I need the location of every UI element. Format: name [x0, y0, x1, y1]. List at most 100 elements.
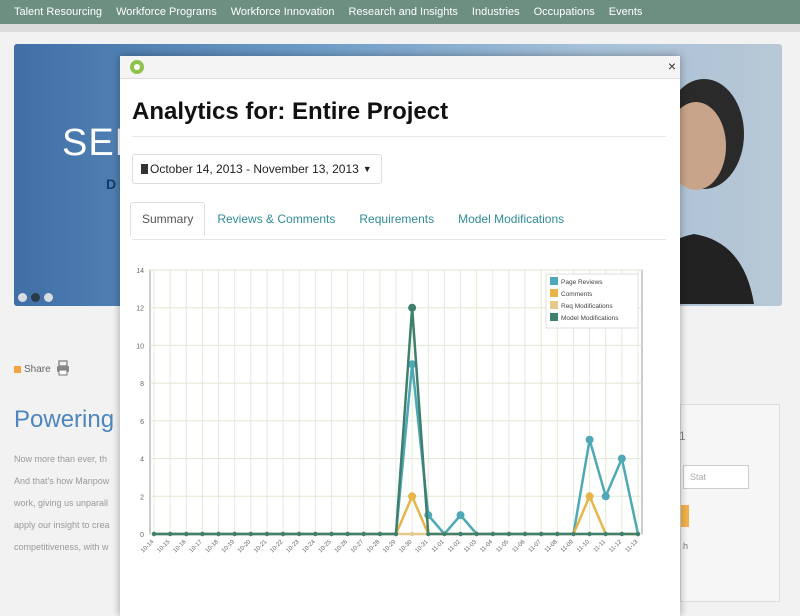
- data-point: [617, 454, 626, 463]
- data-point: [393, 531, 399, 537]
- x-tick-label: 10-16: [173, 539, 189, 555]
- close-icon[interactable]: ×: [668, 58, 676, 74]
- data-point: [490, 531, 495, 537]
- x-tick-label: 11-09: [560, 539, 575, 554]
- date-range-picker[interactable]: October 14, 2013 - November 13, 2013 ▼: [132, 154, 382, 184]
- data-point: [619, 531, 625, 537]
- carousel-dot[interactable]: [18, 293, 27, 302]
- carousel-dot-active[interactable]: [31, 293, 40, 302]
- state-field[interactable]: Stat: [683, 465, 749, 489]
- y-tick-label: 6: [140, 419, 144, 426]
- data-point: [329, 531, 334, 537]
- nav-item-workforce-programs[interactable]: Workforce Programs: [116, 6, 217, 18]
- tab-summary[interactable]: Summary: [130, 202, 206, 236]
- x-tick-label: 11-13: [625, 539, 640, 554]
- carousel-dot[interactable]: [44, 293, 53, 302]
- x-tick-label: 11-12: [608, 539, 623, 554]
- x-tick-label: 10-19: [221, 539, 237, 555]
- x-tick-label: 11-01: [431, 539, 446, 554]
- y-tick-label: 0: [140, 532, 144, 539]
- data-point: [297, 531, 302, 537]
- data-point: [601, 492, 610, 501]
- share-icon: [14, 366, 21, 373]
- data-point: [408, 492, 417, 501]
- tab-requirements[interactable]: Requirements: [347, 202, 446, 236]
- tab-reviews-comments[interactable]: Reviews & Comments: [205, 202, 347, 236]
- data-point: [313, 531, 318, 537]
- nav-item-research-insights[interactable]: Research and Insights: [348, 6, 457, 18]
- x-tick-label: 10-31: [415, 539, 431, 555]
- x-tick-label: 10-24: [302, 539, 318, 555]
- body-line: work, giving us unparall: [14, 498, 109, 508]
- title-divider: [132, 136, 666, 137]
- print-icon[interactable]: [56, 360, 70, 376]
- data-point: [603, 531, 608, 537]
- data-point: [571, 531, 576, 537]
- analytics-modal: × Analytics for: Entire Project October …: [120, 56, 680, 616]
- y-tick-label: 4: [140, 457, 144, 464]
- tab-model-modifications[interactable]: Model Modifications: [446, 202, 576, 236]
- x-tick-label: 11-07: [528, 539, 543, 554]
- x-tick-label: 10-20: [237, 539, 253, 555]
- side-panel: 1 Stat h: [679, 404, 780, 602]
- y-tick-label: 12: [136, 306, 144, 313]
- x-tick-label: 10-22: [269, 539, 285, 555]
- nav-item-workforce-innovation[interactable]: Workforce Innovation: [231, 6, 335, 18]
- date-range-value: October 14, 2013 - November 13, 2013: [150, 162, 359, 176]
- side-submit-button[interactable]: [681, 505, 689, 527]
- data-point: [522, 531, 528, 537]
- data-point: [408, 303, 417, 312]
- nav-item-talent-resourcing[interactable]: Talent Resourcing: [14, 6, 102, 18]
- y-tick-label: 14: [136, 268, 144, 275]
- data-point: [216, 531, 221, 537]
- analytics-tabs: Summary Reviews & Comments Requirements …: [130, 202, 576, 236]
- x-tick-label: 10-26: [334, 539, 350, 555]
- top-nav: Talent Resourcing Workforce Programs Wor…: [0, 0, 800, 24]
- calendar-icon: [141, 164, 148, 174]
- x-tick-label: 11-06: [512, 539, 527, 554]
- modal-title: Analytics for: Entire Project: [132, 98, 449, 125]
- x-tick-label: 10-30: [398, 539, 414, 555]
- nav-item-occupations[interactable]: Occupations: [534, 6, 595, 18]
- nav-divider: [0, 24, 800, 32]
- data-point: [635, 531, 641, 537]
- data-point: [458, 531, 463, 537]
- share-button[interactable]: Share: [14, 364, 51, 375]
- x-tick-label: 11-11: [593, 539, 608, 554]
- logo-icon: [130, 60, 144, 74]
- data-point: [377, 531, 383, 537]
- x-tick-label: 10-15: [156, 539, 172, 555]
- data-point: [474, 531, 479, 537]
- body-line: competitiveness, with w: [14, 542, 109, 552]
- data-point: [506, 531, 512, 537]
- legend-swatch: [550, 313, 558, 321]
- body-line: And that's how Manpow: [14, 476, 110, 486]
- data-point: [555, 531, 560, 537]
- data-point: [200, 531, 205, 537]
- nav-item-events[interactable]: Events: [609, 6, 643, 18]
- nav-item-industries[interactable]: Industries: [472, 6, 520, 18]
- legend-label: Model Modifications: [561, 315, 619, 322]
- data-point: [232, 531, 237, 537]
- data-point: [409, 531, 415, 537]
- x-tick-label: 10-23: [286, 539, 302, 555]
- y-axis: 0 2 4 6 8 10 12 14: [136, 268, 144, 539]
- x-tick-label: 11-04: [479, 539, 494, 554]
- modal-titlebar: ×: [120, 56, 680, 79]
- legend-swatch: [550, 301, 558, 309]
- x-tick-label: 10-29: [382, 539, 398, 555]
- carousel-dots: [18, 293, 53, 302]
- y-tick-label: 8: [140, 381, 144, 388]
- data-point: [167, 531, 173, 537]
- legend-swatch: [550, 277, 558, 285]
- x-tick-label: 10-14: [140, 539, 156, 555]
- data-point: [539, 531, 544, 537]
- data-point: [442, 531, 447, 537]
- data-point: [361, 531, 366, 537]
- chart-legend: Page Reviews Comments Req Modifications Mod…: [545, 273, 639, 329]
- legend-label: Req Modifications: [561, 303, 613, 310]
- data-point: [248, 531, 253, 537]
- share-label: Share: [24, 364, 51, 375]
- body-line: Now more than ever, th: [14, 454, 108, 464]
- data-point: [345, 531, 350, 537]
